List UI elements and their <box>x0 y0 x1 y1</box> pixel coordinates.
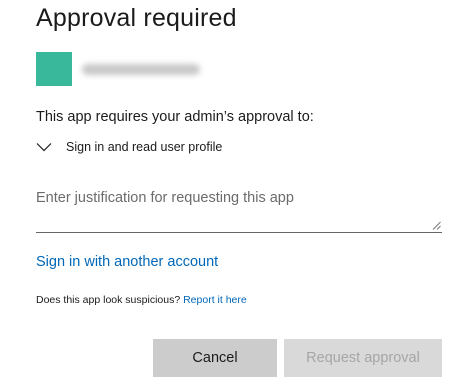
resize-handle-icon[interactable] <box>432 221 441 230</box>
cancel-button[interactable]: Cancel <box>153 339 277 377</box>
approval-dialog: Approval required This app requires your… <box>0 0 462 383</box>
suspicious-question: Does this app look suspicious? <box>36 294 184 306</box>
report-link[interactable]: Report it here <box>183 294 247 306</box>
sign-in-another-account-link[interactable]: Sign in with another account <box>36 254 218 270</box>
permission-item-sign-in[interactable]: Sign in and read user profile <box>36 140 222 154</box>
app-identity <box>36 52 200 86</box>
page-title: Approval required <box>36 4 237 32</box>
requirement-text: This app requires your admin’s approval … <box>36 109 314 125</box>
permission-label: Sign in and read user profile <box>66 140 223 154</box>
request-approval-button[interactable]: Request approval <box>284 339 442 377</box>
justification-input[interactable] <box>36 186 442 230</box>
chevron-down-icon <box>36 143 52 152</box>
app-name-redacted <box>82 63 200 75</box>
justification-field-wrapper <box>36 186 442 233</box>
app-logo <box>36 52 72 86</box>
suspicious-notice: Does this app look suspicious? Report it… <box>36 294 247 306</box>
